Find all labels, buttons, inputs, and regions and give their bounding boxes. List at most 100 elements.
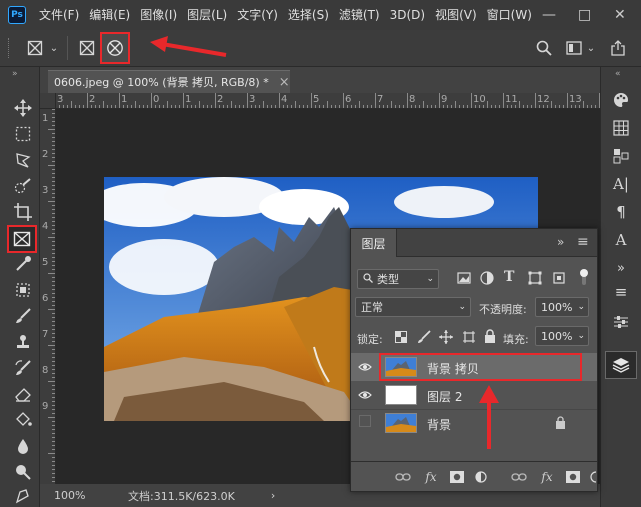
layer-name[interactable]: 背景 [427, 416, 451, 433]
layer-thumbnail[interactable] [385, 385, 417, 405]
zoom-level[interactable]: 100% [40, 489, 92, 502]
layers-panel-icon[interactable] [605, 351, 637, 379]
workspace-icon[interactable] [564, 38, 584, 58]
layers-tab[interactable]: 图层 [361, 235, 385, 252]
add-mask-icon[interactable] [449, 469, 465, 485]
properties-icon[interactable]: ≡ [608, 281, 634, 303]
filter-smart-object-icon[interactable] [552, 271, 566, 285]
document-tab[interactable]: 0606.jpeg @ 100% (背景 拷贝, RGB/8) * × [48, 70, 290, 93]
adjustment-layer-icon[interactable] [473, 469, 489, 485]
crop-tool-icon[interactable] [10, 201, 36, 223]
adjustment-layer-icon[interactable] [585, 469, 601, 485]
blur-tool-icon[interactable] [10, 435, 36, 457]
properties-sliders-icon[interactable] [608, 311, 634, 333]
lock-image-pixels-icon[interactable] [417, 330, 431, 344]
lock-all-icon[interactable] [484, 329, 496, 343]
menu-3d[interactable]: 3D(D) [385, 0, 430, 30]
lock-artboard-icon[interactable] [462, 330, 476, 344]
fx-icon[interactable]: fx [539, 469, 555, 485]
menu-filter[interactable]: 滤镜(T) [334, 0, 385, 30]
menu-image[interactable]: 图像(I) [135, 0, 182, 30]
maximize-button[interactable]: □ [578, 7, 591, 23]
preset-dropdown-chevron-icon[interactable]: ⌄ [48, 40, 60, 56]
dock-collapse-arrows-icon[interactable]: » [608, 257, 634, 279]
ruler-tick [499, 105, 500, 108]
lock-position-icon[interactable] [439, 330, 453, 344]
filter-type-icon[interactable]: T [504, 269, 518, 285]
pen-tool-icon[interactable] [10, 485, 36, 507]
menu-edit[interactable]: 编辑(E) [84, 0, 135, 30]
ruler-origin[interactable] [40, 93, 56, 109]
adjustments-icon[interactable] [608, 145, 634, 167]
link-layers-icon[interactable] [511, 469, 527, 485]
share-icon[interactable] [608, 38, 628, 58]
blend-mode-dropdown[interactable]: 正常 ⌄ [355, 297, 471, 317]
layer-name[interactable]: 图层 2 [427, 388, 462, 405]
menu-file[interactable]: 文件(F) [34, 0, 84, 30]
rectangular-frame-icon[interactable] [77, 38, 97, 58]
quick-selection-tool-icon[interactable] [10, 175, 36, 197]
ruler-label: 7 [42, 329, 49, 340]
eraser-tool-icon[interactable] [10, 383, 36, 405]
layer-row[interactable]: 图层 2 [351, 381, 597, 409]
paint-bucket-tool-icon[interactable] [10, 409, 36, 431]
filter-toggle-switch[interactable] [579, 267, 589, 287]
fill-input[interactable]: 100% ⌄ [535, 326, 589, 346]
swatches-icon[interactable] [608, 117, 634, 139]
ruler-tick [48, 309, 55, 310]
ruler-tick [519, 101, 520, 108]
layer-filter-dropdown[interactable]: 类型 ⌄ [357, 269, 439, 289]
minimize-button[interactable]: — [542, 7, 556, 23]
ruler-tick [48, 345, 55, 346]
character-icon[interactable]: A| [608, 173, 634, 195]
link-layers-icon[interactable] [395, 469, 411, 485]
filter-pixel-icon[interactable] [457, 271, 471, 285]
frame-tool-preset-icon[interactable] [24, 38, 46, 58]
menu-select[interactable]: 选择(S) [283, 0, 334, 30]
status-menu-arrow[interactable]: › [271, 489, 275, 502]
ruler-tick [251, 105, 252, 108]
color-palette-icon[interactable] [608, 89, 634, 111]
clone-stamp-tool-icon[interactable] [10, 331, 36, 353]
panel-menu-icon[interactable]: ≡ [577, 234, 589, 250]
toolbar-collapse-icon[interactable]: » [12, 69, 18, 79]
menu-type[interactable]: 文字(Y) [232, 0, 283, 30]
ruler-tick [52, 377, 55, 378]
close-window-button[interactable]: ✕ [614, 7, 626, 23]
brush-tool-icon[interactable] [10, 305, 36, 327]
spot-healing-tool-icon[interactable] [10, 279, 36, 301]
photoshop-logo-icon[interactable]: Ps [8, 6, 26, 24]
visibility-eye-icon[interactable] [357, 387, 373, 403]
filter-adjustment-icon[interactable] [480, 271, 494, 285]
menu-window[interactable]: 窗口(W) [482, 0, 537, 30]
dock-collapse-icon[interactable]: « [615, 69, 621, 79]
ruler-tick [52, 193, 55, 194]
document-tab-close-button[interactable]: × [279, 75, 290, 90]
ruler-tick [535, 93, 536, 108]
lasso-tool-icon[interactable] [10, 149, 36, 171]
paragraph-icon[interactable]: ¶ [608, 201, 634, 223]
layer-row[interactable]: 背景 [351, 409, 597, 437]
rectangular-marquee-tool-icon[interactable] [10, 123, 36, 145]
move-tool-icon[interactable] [10, 97, 36, 119]
opacity-input[interactable]: 100% ⌄ [535, 297, 589, 317]
dodge-tool-icon[interactable] [10, 461, 36, 483]
lock-transparent-pixels-icon[interactable] [395, 331, 407, 343]
add-mask-icon[interactable] [565, 469, 581, 485]
visibility-toggle-empty[interactable] [359, 415, 371, 427]
visibility-eye-icon[interactable] [357, 359, 373, 375]
menu-view[interactable]: 视图(V) [430, 0, 482, 30]
layer-thumbnail[interactable] [385, 413, 417, 433]
panel-collapse-icon[interactable]: » [557, 235, 564, 249]
glyphs-icon[interactable]: A [608, 229, 634, 251]
search-icon[interactable] [534, 38, 554, 58]
fx-icon[interactable]: fx [423, 469, 439, 485]
workspace-dropdown-chevron-icon[interactable]: ⌄ [586, 40, 596, 56]
eyedropper-tool-icon[interactable] [10, 253, 36, 275]
menu-layer[interactable]: 图层(L) [182, 0, 232, 30]
elliptical-frame-button[interactable] [100, 32, 130, 64]
frame-tool-button[interactable] [7, 225, 37, 253]
filter-shape-icon[interactable] [528, 271, 542, 285]
history-brush-tool-icon[interactable] [10, 357, 36, 379]
doc-info: 文档:311.5K/623.0K [128, 489, 235, 503]
